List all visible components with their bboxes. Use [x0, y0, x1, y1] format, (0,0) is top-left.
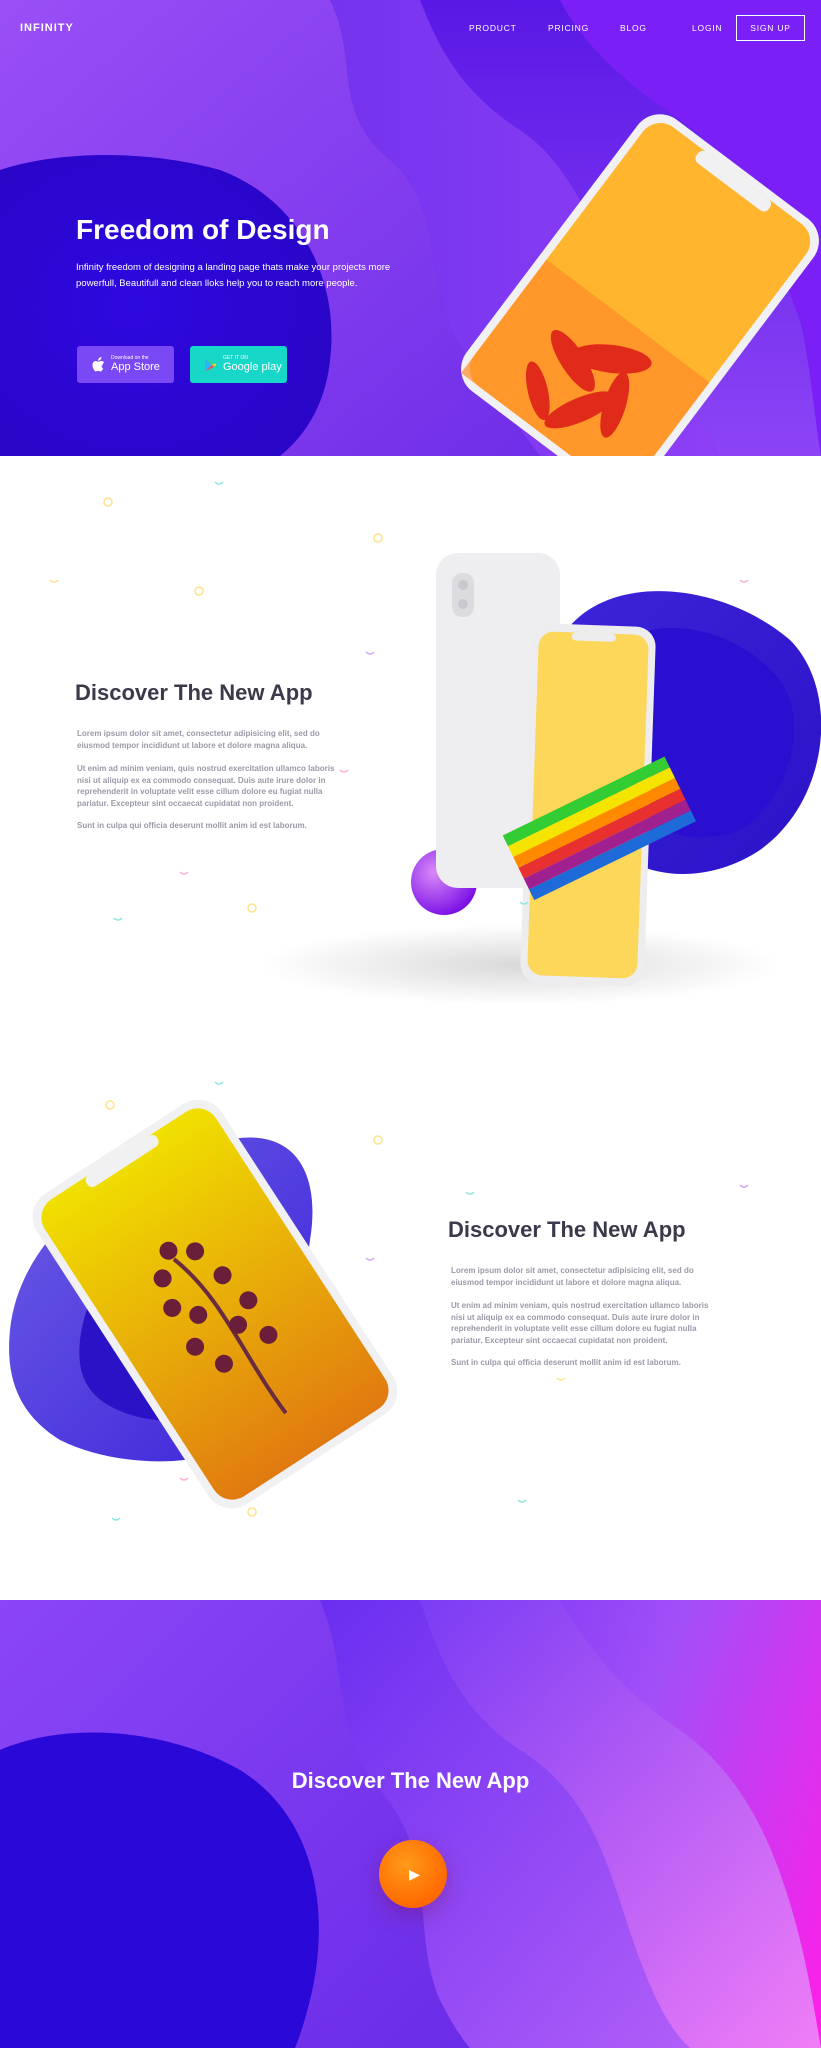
video-section-title: Discover The New App [291, 1768, 530, 1793]
feature-2-paragraph-1: Lorem ipsum dolor sit amet, consectetur … [451, 1266, 694, 1287]
app-store-button[interactable]: Download on the App Store [77, 346, 174, 383]
video-section: Discover The New App ▶ [0, 1600, 821, 2048]
nav-blog-link[interactable]: BLOG [620, 23, 647, 33]
brand-logo[interactable]: INFINITY [20, 22, 74, 34]
play-video-button[interactable]: ▶ [379, 1840, 447, 1908]
feature-1-paragraph-1: Lorem ipsum dolor sit amet, consectetur … [77, 729, 320, 750]
google-play-button[interactable]: GET IT ON Google play [190, 346, 287, 383]
hero-section: INFINITY PRODUCT PRICING BLOG LOGIN SIGN… [0, 0, 821, 456]
nav-pricing-link[interactable]: PRICING [548, 23, 589, 33]
apple-icon [92, 356, 105, 371]
signup-button[interactable]: SIGN UP [736, 15, 805, 41]
feature-2-title: Discover The New App [448, 1217, 686, 1242]
video-wave-background [0, 1600, 821, 2048]
nav-product-link[interactable]: PRODUCT [469, 23, 517, 33]
feature-1-paragraph-2: Ut enim ad minim veniam, quis nostrud ex… [77, 764, 335, 808]
feature-2-paragraph-3: Sunt in culpa qui officia deserunt molli… [451, 1358, 681, 1367]
hero-description: Infinity freedom of designing a landing … [76, 262, 391, 289]
feature-1-title: Discover The New App [75, 680, 313, 705]
top-navbar: INFINITY PRODUCT PRICING BLOG LOGIN SIGN… [0, 0, 821, 56]
login-link[interactable]: LOGIN [692, 23, 722, 33]
feature-1-paragraph-3: Sunt in culpa qui officia deserunt molli… [77, 821, 307, 830]
feature-2-paragraph-2: Ut enim ad minim veniam, quis nostrud ex… [451, 1301, 709, 1345]
play-icon: ▶ [409, 1865, 420, 1882]
google-play-label: Google play [223, 361, 282, 373]
feature-1-illustration [49, 481, 821, 1005]
app-store-label: App Store [111, 361, 160, 373]
google-play-icon [205, 358, 217, 371]
hero-title: Freedom of Design [76, 214, 330, 245]
